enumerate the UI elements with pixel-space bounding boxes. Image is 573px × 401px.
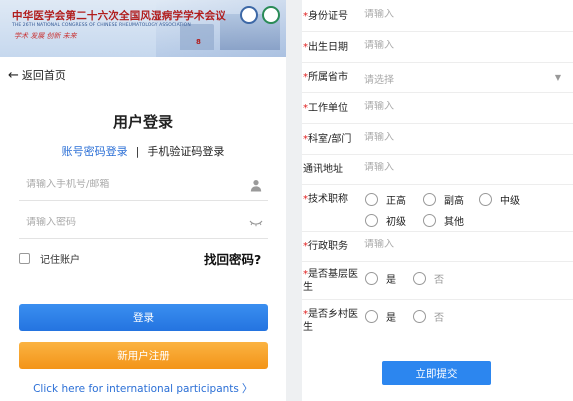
submit-button[interactable]: 立即提交	[382, 361, 491, 385]
grassroots-doctor-label-line1: 是否基层医	[308, 269, 358, 280]
banner-year-mark: 8	[196, 38, 201, 46]
birth-date-label: 出生日期	[308, 42, 348, 53]
radio-button[interactable]	[413, 272, 426, 285]
form-row-province-city[interactable]: *所属省市 请选择 ▼	[302, 63, 573, 93]
form-row-tech-title: *技术职称 正高 副高 中级 初级 其他	[302, 185, 573, 232]
international-link-label: Click here for international participant…	[33, 383, 239, 395]
username-field	[19, 173, 268, 201]
login-button[interactable]: 登录	[19, 304, 268, 331]
radio-button[interactable]	[413, 310, 426, 323]
radio-button[interactable]	[423, 193, 436, 206]
tab-separator: |	[135, 145, 140, 158]
association-logo-icon	[262, 6, 280, 24]
banner-subtitle: THE 26TH NATIONAL CONGRESS OF CHINESE RH…	[12, 23, 191, 28]
address-input[interactable]	[364, 162, 544, 173]
form-row-id-card: *身份证号	[302, 0, 573, 32]
radio-button[interactable]	[423, 214, 436, 227]
username-input[interactable]	[26, 179, 226, 190]
work-unit-label: 工作单位	[308, 103, 348, 114]
tech-title-option-junior[interactable]: 初级	[365, 213, 406, 228]
user-icon	[250, 180, 262, 192]
tab-password-login[interactable]: 账号密码登录	[62, 145, 128, 158]
tab-sms-login[interactable]: 手机验证码登录	[147, 145, 224, 158]
tech-title-option-intermediate[interactable]: 中级	[479, 192, 520, 207]
international-link[interactable]: Click here for international participant…	[0, 380, 286, 396]
form-row-birth-date: *出生日期	[302, 32, 573, 63]
tech-title-option-other[interactable]: 其他	[423, 213, 464, 228]
address-label: 通讯地址	[303, 164, 343, 175]
tech-title-option-associate[interactable]: 副高	[423, 192, 464, 207]
id-card-input[interactable]	[364, 9, 544, 20]
grassroots-doctor-no[interactable]: 否	[413, 271, 444, 286]
rural-doctor-no[interactable]: 否	[413, 309, 444, 324]
rural-doctor-label-line2: 生	[303, 322, 313, 333]
login-pane: 中华医学会第二十六次全国风湿病学学术会议 THE 26TH NATIONAL C…	[0, 0, 286, 401]
form-row-rural-doctor: *是否乡村医生 是 否	[302, 300, 573, 338]
registration-form: *身份证号 *出生日期 *所属省市 请选择 ▼ *工作单位 *科室/部门 通讯地…	[302, 0, 573, 401]
id-card-label: 身份证号	[308, 11, 348, 22]
rural-doctor-label-line1: 是否乡村医	[308, 309, 358, 320]
radio-button[interactable]	[365, 193, 378, 206]
radio-button[interactable]	[365, 272, 378, 285]
grassroots-doctor-label-line2: 生	[303, 282, 313, 293]
banner-slogan: 学术 发展 创新 未来	[14, 32, 77, 40]
back-home-link[interactable]: ← 返回首页	[8, 67, 66, 83]
department-input[interactable]	[364, 132, 544, 143]
birth-date-input[interactable]	[364, 40, 544, 51]
province-city-label: 所属省市	[308, 72, 348, 83]
work-unit-input[interactable]	[364, 101, 544, 112]
tech-title-label: 技术职称	[308, 194, 348, 205]
back-home-label: 返回首页	[21, 69, 66, 82]
province-city-select[interactable]: 请选择	[364, 71, 394, 86]
grassroots-doctor-yes[interactable]: 是	[365, 271, 396, 286]
conference-banner: 中华医学会第二十六次全国风湿病学学术会议 THE 26TH NATIONAL C…	[0, 0, 286, 57]
password-input[interactable]	[26, 217, 226, 228]
radio-button[interactable]	[365, 214, 378, 227]
remember-checkbox[interactable]	[19, 253, 30, 264]
register-button[interactable]: 新用户注册	[19, 342, 268, 369]
form-row-department: *科室/部门	[302, 124, 573, 155]
remember-account: 记住账户	[19, 251, 80, 266]
tech-title-option-senior[interactable]: 正高	[365, 192, 406, 207]
form-row-work-unit: *工作单位	[302, 93, 573, 124]
form-row-grassroots-doctor: *是否基层医生 是 否	[302, 262, 573, 300]
form-row-admin-position: *行政职务	[302, 232, 573, 262]
form-row-address: 通讯地址	[302, 155, 573, 185]
eye-closed-icon[interactable]	[249, 219, 263, 227]
login-tabs: 账号密码登录 | 手机验证码登录	[0, 143, 286, 159]
forgot-password-link[interactable]: 找回密码?	[204, 249, 261, 268]
rural-doctor-yes[interactable]: 是	[365, 309, 396, 324]
password-field	[19, 211, 268, 239]
remember-label: 记住账户	[40, 255, 80, 266]
department-label: 科室/部门	[308, 134, 352, 145]
chevron-right-icon: 〉	[241, 382, 253, 395]
caret-down-icon: ▼	[554, 73, 561, 82]
pane-divider	[286, 0, 302, 401]
radio-button[interactable]	[479, 193, 492, 206]
admin-position-label: 行政职务	[308, 241, 348, 252]
banner-title: 中华医学会第二十六次全国风湿病学学术会议	[12, 10, 226, 22]
arrow-left-icon: ←	[8, 67, 19, 83]
radio-button[interactable]	[365, 310, 378, 323]
login-title: 用户登录	[112, 113, 173, 131]
cma-logo-icon	[240, 6, 258, 24]
admin-position-input[interactable]	[364, 239, 544, 250]
